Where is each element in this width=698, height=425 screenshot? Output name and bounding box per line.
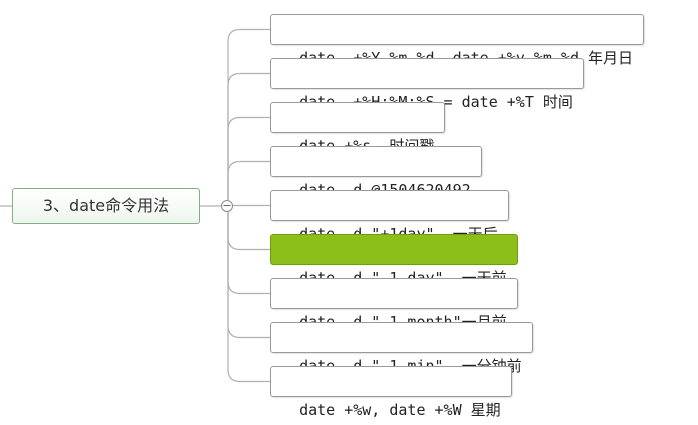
branch-line xyxy=(227,212,270,251)
subtopic-date-format[interactable]: date +%Y-%m-%d, date +%y-%m-%d 年月日 xyxy=(270,14,645,67)
subtopic-time-format[interactable]: date +%H:%M:%S = date +%T 时间 xyxy=(270,58,584,111)
branch-line xyxy=(227,212,270,383)
subtopic-timestamp[interactable]: date +%s 时间戳 xyxy=(270,102,446,155)
subtopic-weekday[interactable]: date +%w, date +%W 星期 xyxy=(270,366,512,419)
branch-line xyxy=(227,212,270,339)
subtopic-one-month-earlier[interactable]: date -d "-1 month"一月前 xyxy=(270,278,518,331)
root-topic-label: 3、date命令用法 xyxy=(42,196,170,215)
branch-line xyxy=(227,116,270,200)
branch-line xyxy=(227,28,270,200)
subtopic-one-day-later[interactable]: date -d "+1day" 一天后 xyxy=(270,190,509,243)
subtopic-description: 时间 xyxy=(542,93,573,111)
collapse-toggle-icon[interactable]: − xyxy=(221,200,233,212)
subtopic-description: 年月日 xyxy=(588,49,634,67)
branch-line xyxy=(227,212,270,295)
root-topic[interactable]: 3、date命令用法 xyxy=(12,188,200,224)
subtopic-one-minute-earlier[interactable]: date -d "-1 min" 一分钟前 xyxy=(270,322,533,375)
subtopic-description: 星期 xyxy=(470,401,501,419)
subtopic-command: date +%w, date +%W xyxy=(299,401,471,419)
branch-line xyxy=(227,160,270,200)
subtopic-one-day-earlier[interactable]: date -d "-1 day" 一天前 xyxy=(270,234,518,287)
branch-line xyxy=(227,72,270,200)
subtopic-from-timestamp[interactable]: date -d @1504620492 xyxy=(270,146,482,199)
